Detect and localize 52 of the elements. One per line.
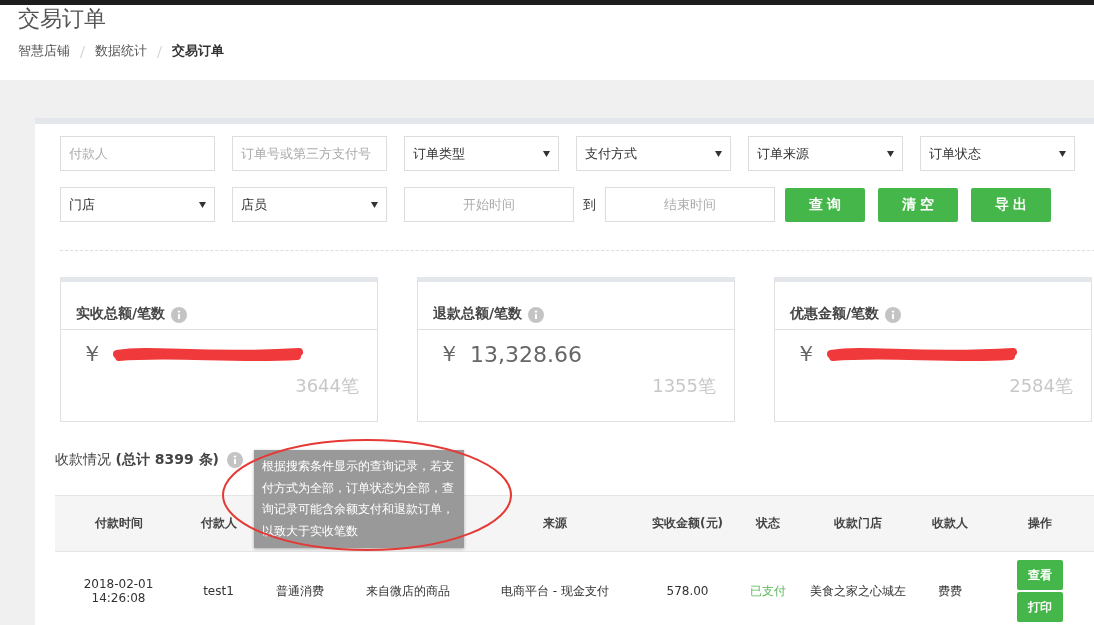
select-field[interactable]: 店员 (232, 187, 387, 222)
column-header: 来源 (470, 495, 640, 552)
currency-sign: ￥ (795, 340, 817, 368)
breadcrumb-item: 交易订单 (172, 43, 224, 60)
breadcrumb-separator (157, 45, 162, 58)
text-field[interactable]: 付款人 (60, 136, 215, 171)
table-cell: 578.00 (640, 551, 735, 625)
date-field[interactable]: 结束时间 (605, 187, 775, 222)
currency-sign: ￥ (438, 340, 460, 368)
table-cell: 电商平台 - 现金支付 (470, 551, 640, 625)
info-icon (171, 307, 188, 323)
select-field[interactable]: 订单来源 (748, 136, 903, 171)
select-field[interactable]: 订单状态 (920, 136, 1075, 171)
range-separator: 到 (583, 195, 596, 214)
select-field[interactable]: 支付方式 (576, 136, 731, 171)
caret-icon (543, 150, 550, 157)
breadcrumb-separator (80, 45, 85, 58)
column-header: 收款门店 (800, 495, 915, 552)
column-header: 状态 (735, 495, 800, 552)
stat-amount: 13,328.66 (470, 341, 582, 367)
select-field[interactable]: 门店 (60, 187, 215, 222)
column-header: 实收金额(元) (640, 495, 735, 552)
caret-icon (715, 150, 722, 157)
table-cell: 美食之家之心城左 (800, 551, 915, 625)
page-title: 交易订单 (18, 5, 107, 33)
column-header: 收款人 (915, 495, 985, 552)
column-header: 付款时间 (55, 495, 182, 552)
breadcrumb-item[interactable]: 智慧店铺 (18, 43, 70, 60)
info-icon (528, 307, 545, 323)
breadcrumb-item[interactable]: 数据统计 (95, 43, 147, 60)
date-field[interactable]: 开始时间 (404, 187, 574, 222)
caret-icon (199, 201, 206, 208)
text-field[interactable]: 订单号或第三方支付号 (232, 136, 387, 171)
info-icon (226, 452, 243, 468)
table-cell: 普通消费 (255, 551, 345, 625)
section-title: 收款情况 (总计 8399 条) (55, 451, 219, 469)
status-cell: 已支付 (735, 551, 800, 625)
stat-label: 实收总额/笔数 (76, 305, 166, 323)
table-cell: 来自微店的商品 (345, 551, 470, 625)
info-icon (885, 307, 902, 323)
caret-icon (887, 150, 894, 157)
table-cell: 2018-02-01 14:26:08 (55, 551, 182, 625)
table-cell: test1 (182, 551, 255, 625)
caret-icon (371, 201, 378, 208)
table-cell: 费费 (915, 551, 985, 625)
column-header: 操作 (985, 495, 1094, 552)
select-field[interactable]: 订单类型 (404, 136, 559, 171)
stat-label: 退款总额/笔数 (433, 305, 523, 323)
currency-sign: ￥ (81, 340, 103, 368)
stat-label: 优惠金额/笔数 (790, 305, 880, 323)
caret-icon (1059, 150, 1066, 157)
column-header: 付款人 (182, 495, 255, 552)
